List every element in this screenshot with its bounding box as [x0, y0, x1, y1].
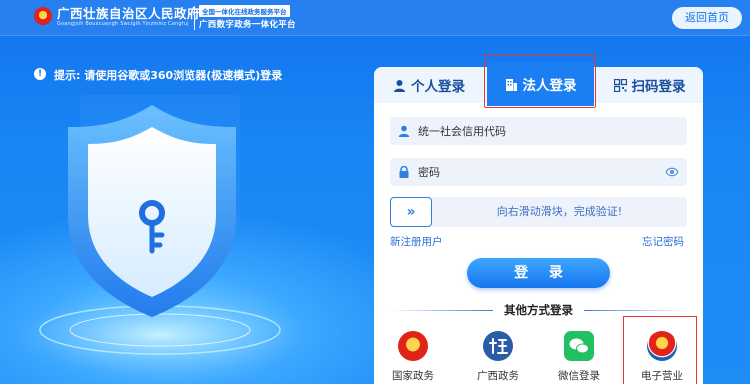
credit-code-placeholder: 统一社会信用代码	[418, 125, 506, 138]
password-placeholder: 密码	[418, 166, 440, 179]
eye-icon[interactable]	[665, 166, 679, 178]
qr-icon	[613, 78, 627, 92]
slider-handle[interactable]: »	[390, 197, 432, 227]
platform-name: 广西数字政务一体化平台	[199, 20, 296, 30]
guangxi-gov-icon[interactable]	[483, 331, 513, 361]
national-emblem-icon[interactable]	[398, 331, 428, 361]
divider-right	[584, 310, 687, 311]
tab-personal-login[interactable]: 个人登录	[374, 67, 484, 103]
login-page: 广西壮族自治区人民政府 Gvangjsih Bouxcuengh Swcigih…	[0, 0, 750, 384]
tab-personal-label: 个人登录	[411, 79, 465, 95]
password-field[interactable]: 密码	[390, 158, 687, 186]
tab-scan-label: 扫码登录	[631, 79, 686, 95]
site-title: 广西壮族自治区人民政府	[57, 6, 201, 21]
header-divider	[194, 6, 195, 30]
person-icon	[394, 79, 405, 92]
lock-icon	[399, 166, 409, 178]
tab-scan-login[interactable]: 扫码登录	[596, 67, 703, 103]
browser-tip: 提示: 请使用谷歌或360浏览器(极速模式)登录	[54, 69, 283, 82]
alt-login-guangxi-label[interactable]: 广西政务	[463, 368, 533, 383]
home-button[interactable]: 返回首页	[672, 7, 742, 29]
wechat-icon[interactable]	[564, 331, 594, 361]
ebusiness-highlight-box	[623, 316, 697, 384]
legal-tab-highlight-box	[484, 54, 596, 108]
credit-code-field[interactable]: 统一社会信用代码	[390, 117, 687, 145]
security-shield-illustration	[0, 95, 330, 380]
alt-login-wechat-label[interactable]: 微信登录	[544, 368, 614, 383]
register-link[interactable]: 新注册用户	[390, 234, 443, 249]
alt-login-national-label[interactable]: 国家政务	[378, 368, 448, 383]
slider-hint: 向右滑动滑块，完成验证!	[496, 205, 623, 218]
info-icon: !	[34, 68, 46, 80]
forgot-password-link[interactable]: 忘记密码	[642, 234, 684, 249]
platform-tag: 全国一体化在线政务服务平台	[199, 5, 290, 17]
login-button[interactable]: 登 录	[467, 258, 610, 288]
guangxi-gov-glyph-icon	[489, 338, 508, 354]
site-subtitle: Gvangjsih Bouxcuengh Swcigih Yinzminz Ce…	[57, 21, 189, 27]
user-icon	[398, 125, 410, 137]
national-emblem-logo	[34, 7, 52, 25]
wechat-bubbles-icon	[569, 338, 589, 354]
